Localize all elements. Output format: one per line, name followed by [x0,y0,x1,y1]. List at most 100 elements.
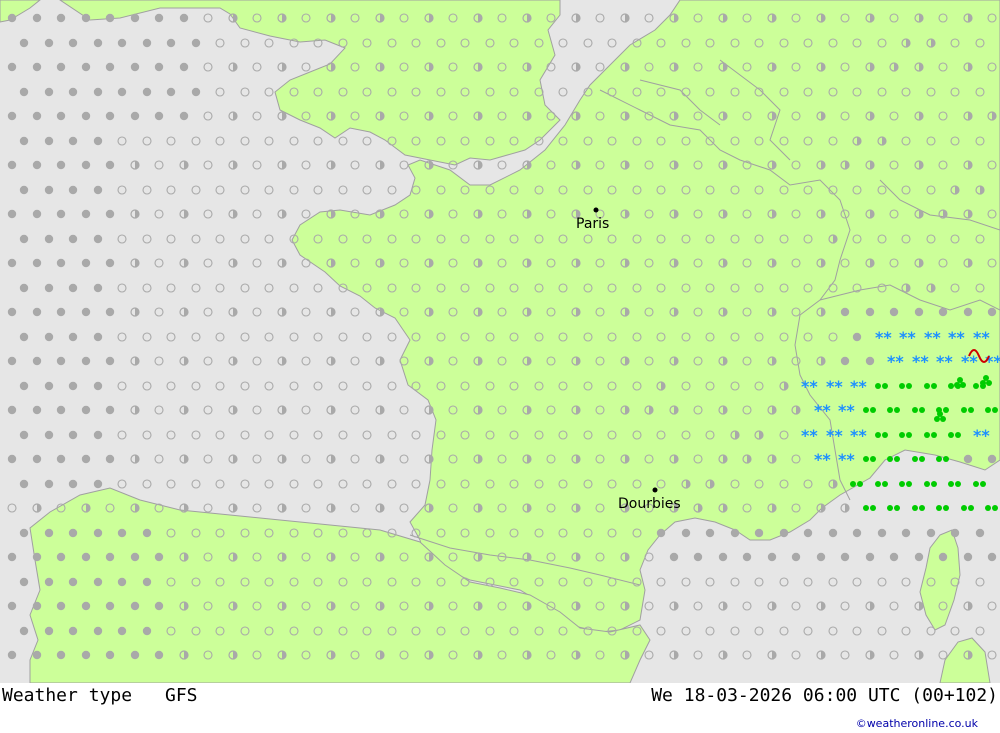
overcast-icon [865,552,875,562]
overcast-icon [7,552,17,562]
overcast-icon [142,528,152,538]
rain-drop [968,505,974,511]
overcast-icon [44,381,54,391]
rain-drop [882,432,888,438]
overcast-icon [93,381,103,391]
overcast-icon [179,62,189,72]
rain-drop [936,505,942,511]
overcast-icon [93,87,103,97]
overcast-icon [68,626,78,636]
snow-icon: ** [899,328,916,347]
overcast-icon [32,601,42,611]
overcast-icon [19,234,29,244]
overcast-icon [154,62,164,72]
overcast-icon [105,650,115,660]
overcast-icon [81,160,91,170]
map-title: Weather type [2,685,133,706]
overcast-icon [81,62,91,72]
snow-icon: ** [826,426,843,445]
overcast-icon [68,136,78,146]
overcast-icon [840,552,850,562]
overcast-icon [877,528,887,538]
overcast-icon [19,185,29,195]
rain-drop [948,432,954,438]
site-credit-link[interactable]: ©weatheronline.co.uk [856,717,978,730]
overcast-icon [130,13,140,23]
overcast-icon [865,307,875,317]
map-footer: Weather type GFS We 18-03-2026 06:00 UTC… [0,683,1000,733]
overcast-icon [93,528,103,538]
overcast-icon [730,528,740,538]
valid-datetime: We 18-03-2026 06:00 UTC (00+102) [651,685,998,706]
snow-icon: ** [973,328,990,347]
rain-drop [906,481,912,487]
overcast-icon [166,38,176,48]
overcast-icon [7,650,17,660]
rain-drop [940,416,946,422]
overcast-icon [130,552,140,562]
overcast-icon [93,626,103,636]
rain-drop [943,407,949,413]
rain-drop [894,505,900,511]
rain-drop [912,456,918,462]
overcast-icon [166,87,176,97]
rain-drop [961,505,967,511]
rain-drop [899,432,905,438]
rain-drop [960,382,966,388]
overcast-icon [56,111,66,121]
overcast-icon [68,528,78,538]
rain-drop [919,505,925,511]
rain-drop [924,432,930,438]
overcast-icon [718,552,728,562]
overcast-icon [68,234,78,244]
overcast-icon [803,528,813,538]
overcast-icon [828,528,838,538]
overcast-icon [7,160,17,170]
overcast-icon [68,430,78,440]
overcast-icon [81,307,91,317]
rain-drop [992,505,998,511]
overcast-icon [44,283,54,293]
rain-drop [973,383,979,389]
overcast-icon [81,454,91,464]
overcast-icon [56,552,66,562]
overcast-icon [93,430,103,440]
overcast-icon [963,552,973,562]
overcast-icon [7,356,17,366]
snow-icon: ** [801,377,818,396]
rain-drop [961,407,967,413]
rain-drop [912,505,918,511]
overcast-icon [767,552,777,562]
rain-drop [955,432,961,438]
overcast-icon [7,111,17,121]
overcast-icon [191,87,201,97]
rain-drop [980,481,986,487]
overcast-icon [105,111,115,121]
rain-drop [931,432,937,438]
rain-drop [985,407,991,413]
overcast-icon [105,62,115,72]
overcast-icon [32,454,42,464]
overcast-icon [81,552,91,562]
overcast-icon [142,577,152,587]
rain-drop [863,407,869,413]
overcast-icon [56,258,66,268]
overcast-icon [68,332,78,342]
overcast-icon [56,356,66,366]
overcast-icon [68,38,78,48]
overcast-icon [105,258,115,268]
snow-icon: ** [924,328,941,347]
rain-drop [882,481,888,487]
rain-drop [983,375,989,381]
overcast-icon [32,405,42,415]
overcast-icon [32,552,42,562]
overcast-icon [889,552,899,562]
overcast-icon [7,405,17,415]
overcast-icon [926,528,936,538]
overcast-icon [938,307,948,317]
snow-icon: ** [801,426,818,445]
overcast-icon [742,552,752,562]
snow-icon: ** [936,352,953,371]
rain-drop [899,383,905,389]
overcast-icon [117,626,127,636]
